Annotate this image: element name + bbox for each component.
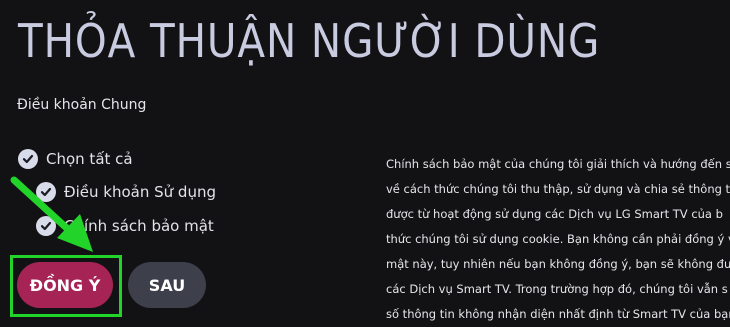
select-all-label: Chọn tất cả bbox=[46, 150, 133, 168]
agreement-line: mật này, tuy nhiên nếu bạn không đồng ý,… bbox=[386, 257, 730, 271]
terms-of-use-checkbox[interactable]: Điều khoản Sử dụng bbox=[36, 182, 216, 202]
privacy-policy-checkbox[interactable]: Chính sách bảo mật bbox=[36, 216, 214, 236]
agreement-line: Chính sách bảo mật của chúng tôi giải th… bbox=[386, 157, 730, 171]
select-all-checkbox[interactable]: Chọn tất cả bbox=[18, 149, 133, 169]
later-button[interactable]: SAU bbox=[128, 262, 206, 308]
agreement-line: số thông tin không nhận diện nhất định t… bbox=[386, 307, 730, 321]
agreement-line: các Dịch vụ Smart TV. Trong trường hợp đ… bbox=[386, 282, 728, 296]
privacy-policy-label: Chính sách bảo mật bbox=[64, 217, 214, 235]
checkmark-icon bbox=[36, 182, 56, 202]
terms-of-use-label: Điều khoản Sử dụng bbox=[64, 183, 216, 201]
agreement-text: Chính sách bảo mật của chúng tôi giải th… bbox=[386, 152, 730, 327]
agree-button[interactable]: ĐỒNG Ý bbox=[17, 262, 113, 308]
agreement-line: về cách thức chúng tôi thu thập, sử dụng… bbox=[386, 182, 730, 196]
checkmark-icon bbox=[36, 216, 56, 236]
section-subtitle: Điều khoản Chung bbox=[17, 97, 147, 113]
agreement-line: được từ hoạt động sử dụng các Dịch vụ LG… bbox=[386, 207, 723, 221]
page-title: THỎA THUẬN NGƯỜI DÙNG bbox=[18, 14, 601, 68]
agreement-line: thức chúng tôi sử dụng cookie. Bạn không… bbox=[386, 232, 730, 246]
checkmark-icon bbox=[18, 149, 38, 169]
